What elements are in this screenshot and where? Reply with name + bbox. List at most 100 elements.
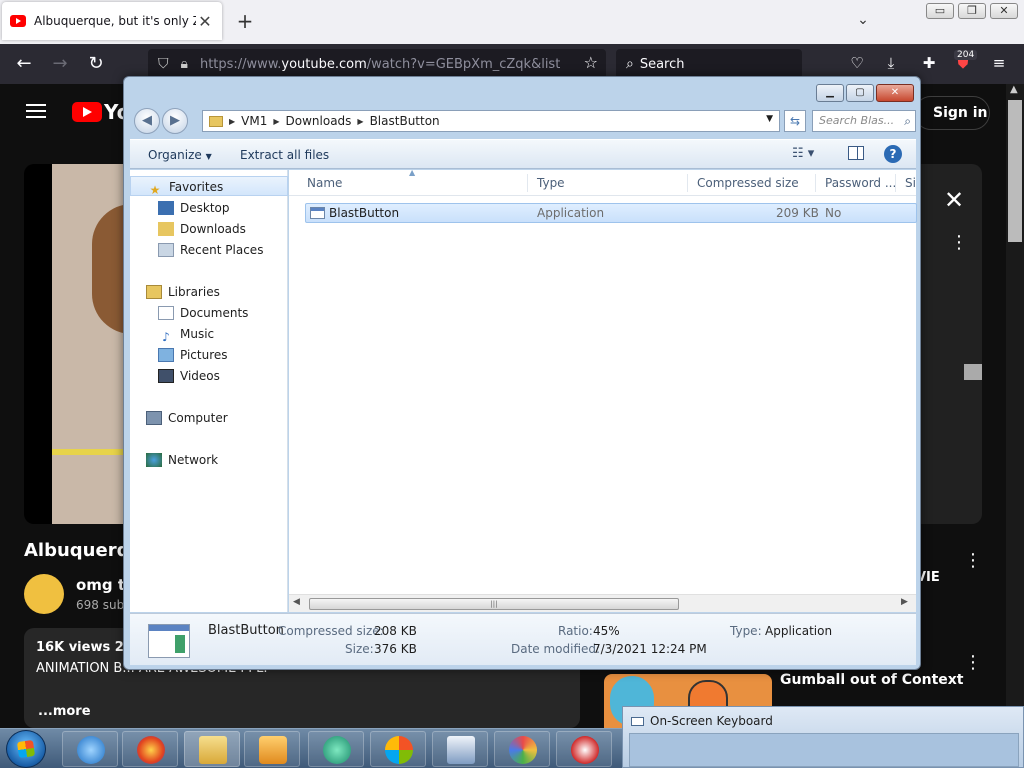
scroll-left-icon[interactable]: ◀ — [293, 597, 300, 607]
nav-libraries[interactable]: Libraries — [130, 282, 288, 302]
column-compressed-size[interactable]: Compressed size — [697, 176, 799, 190]
new-tab-button[interactable]: + — [234, 10, 256, 32]
taskbar-firefox[interactable] — [122, 731, 178, 767]
youtube-logo-icon[interactable] — [72, 102, 102, 122]
on-screen-keyboard-window[interactable]: On-Screen Keyboard — [622, 706, 1024, 768]
organize-button[interactable]: Organize ▼ — [148, 148, 212, 162]
shield-icon[interactable]: ⛉ — [158, 56, 169, 72]
taskbar-explorer[interactable] — [184, 731, 240, 767]
nav-pictures[interactable]: Pictures — [130, 345, 288, 365]
details-modified-label: Date modified: — [511, 642, 601, 656]
nav-favorites[interactable]: ★ Favorites — [130, 176, 288, 197]
details-compressed-label: Compressed size: — [278, 624, 384, 638]
extensions-icon[interactable]: ✚ — [918, 54, 940, 76]
breadcrumb-downloads[interactable]: Downloads — [286, 114, 352, 128]
column-type[interactable]: Type — [537, 176, 565, 190]
breadcrumb-vm1[interactable]: VM1 — [241, 114, 267, 128]
column-password[interactable]: Password ... — [825, 176, 896, 190]
minimize-icon[interactable]: ▁ — [816, 84, 844, 102]
scroll-thumb[interactable]: ||| — [309, 598, 679, 610]
minimize-window-button[interactable]: ▭ — [926, 3, 954, 19]
more-vertical-icon[interactable]: ⋮ — [964, 550, 982, 571]
url-bar[interactable]: ⛉ 🔒︎ https://www.youtube.com/watch?v=GEB… — [148, 49, 606, 79]
nav-documents[interactable]: Documents — [130, 303, 288, 323]
column-divider[interactable] — [815, 174, 816, 192]
taskbar-paint[interactable] — [494, 731, 550, 767]
scroll-right-icon[interactable]: ▶ — [901, 597, 908, 607]
forward-arrow-icon[interactable]: ▶ — [162, 108, 188, 134]
browser-tab-active[interactable]: Albuquerque, but it's only Zelda ✕ — [2, 2, 222, 40]
taskbar-windows-update[interactable] — [370, 731, 426, 767]
page-scroll-thumb[interactable] — [1008, 100, 1022, 242]
explorer-title-bar[interactable]: ▁ ▢ ✕ — [124, 77, 920, 105]
nav-music[interactable]: ♪ Music — [130, 324, 288, 344]
close-icon[interactable]: ✕ — [876, 84, 914, 102]
windows-flag-icon — [385, 736, 413, 764]
downloads-icon[interactable]: ⤓ — [880, 54, 902, 76]
nav-recent-places[interactable]: Recent Places — [130, 240, 288, 260]
breadcrumb-blastbutton[interactable]: BlastButton — [370, 114, 440, 128]
search-icon[interactable]: ⌕ — [904, 111, 911, 131]
osk-keys-area[interactable] — [629, 733, 1019, 767]
back-arrow-icon[interactable]: ◀ — [134, 108, 160, 134]
url-text[interactable]: https://www.youtube.com/watch?v=GEBpXm_c… — [200, 57, 560, 72]
list-all-tabs-button[interactable]: ⌄ — [852, 12, 874, 34]
back-arrow-icon[interactable]: ← — [12, 52, 36, 76]
application-large-icon — [148, 624, 190, 658]
start-button[interactable] — [6, 730, 46, 768]
forward-arrow-icon[interactable]: → — [48, 52, 72, 76]
nav-computer[interactable]: Computer — [130, 408, 288, 428]
nav-network[interactable]: Network — [130, 450, 288, 470]
column-divider[interactable] — [895, 174, 896, 192]
preview-pane-icon[interactable] — [848, 146, 864, 160]
recommended-title[interactable]: Gumball out of Context — [780, 672, 964, 688]
nav-desktop[interactable]: Desktop — [130, 198, 288, 218]
change-view-icon[interactable]: ☷ ▾ — [792, 146, 814, 161]
help-icon[interactable]: ? — [884, 145, 902, 163]
column-size[interactable]: Si — [905, 176, 916, 190]
taskbar-on-screen-keyboard[interactable] — [432, 731, 488, 767]
taskbar-messenger[interactable] — [308, 731, 364, 767]
reload-icon[interactable]: ↻ — [84, 52, 108, 76]
taskbar-media-player[interactable] — [244, 731, 300, 767]
close-window-button[interactable]: ✕ — [990, 3, 1018, 19]
horizontal-scrollbar[interactable]: ◀ ||| ▶ — [289, 594, 916, 612]
more-vertical-icon[interactable]: ⋮ — [964, 652, 982, 673]
scroll-up-icon[interactable]: ▲ — [1010, 84, 1018, 95]
breadcrumb-separator-icon[interactable]: ▶ — [229, 117, 235, 126]
osk-title-bar[interactable]: On-Screen Keyboard — [631, 714, 773, 728]
bookmark-star-icon[interactable]: ☆ — [584, 53, 598, 72]
sign-in-button[interactable]: Sign in — [914, 96, 990, 130]
page-scrollbar[interactable]: ▲ — [1006, 84, 1024, 728]
more-vertical-icon[interactable]: ⋮ — [950, 232, 968, 253]
file-row[interactable]: BlastButton Application 209 KB No — [305, 203, 917, 223]
column-name[interactable]: Name — [307, 176, 342, 190]
nav-label: Documents — [180, 306, 249, 320]
search-input[interactable]: Search Blas... ⌕ — [812, 110, 916, 132]
tab-close-icon[interactable]: ✕ — [196, 12, 214, 31]
nav-downloads[interactable]: Downloads — [130, 219, 288, 239]
search-bar[interactable]: ⌕ Search — [616, 49, 802, 79]
column-divider[interactable] — [687, 174, 688, 192]
channel-avatar[interactable] — [24, 574, 64, 614]
hamburger-menu-icon[interactable] — [26, 104, 46, 118]
restore-window-button[interactable]: ❐ — [958, 3, 986, 19]
address-bar[interactable]: ▶ VM1 ▶ Downloads ▶ BlastButton ▼ — [202, 110, 780, 132]
breadcrumb-separator-icon[interactable]: ▶ — [357, 117, 363, 126]
refresh-icon[interactable]: ⇆ — [784, 110, 806, 132]
menu-icon[interactable]: ≡ — [988, 54, 1010, 76]
extract-all-files-button[interactable]: Extract all files — [240, 148, 329, 162]
music-icon: ♪ — [162, 330, 170, 344]
panel-scrollbar[interactable] — [964, 364, 982, 380]
taskbar-snipping-tool[interactable] — [556, 731, 612, 767]
maximize-icon[interactable]: ▢ — [846, 84, 874, 102]
column-divider[interactable] — [527, 174, 528, 192]
close-icon[interactable]: ✕ — [944, 186, 964, 214]
lock-icon[interactable]: 🔒︎ — [181, 56, 188, 72]
pocket-icon[interactable]: ♡ — [846, 54, 868, 76]
breadcrumb-separator-icon[interactable]: ▶ — [273, 117, 279, 126]
chevron-down-icon[interactable]: ▼ — [766, 114, 773, 124]
show-more-link[interactable]: ...more — [38, 704, 91, 719]
nav-videos[interactable]: Videos — [130, 366, 288, 386]
taskbar-internet-explorer[interactable] — [62, 731, 118, 767]
